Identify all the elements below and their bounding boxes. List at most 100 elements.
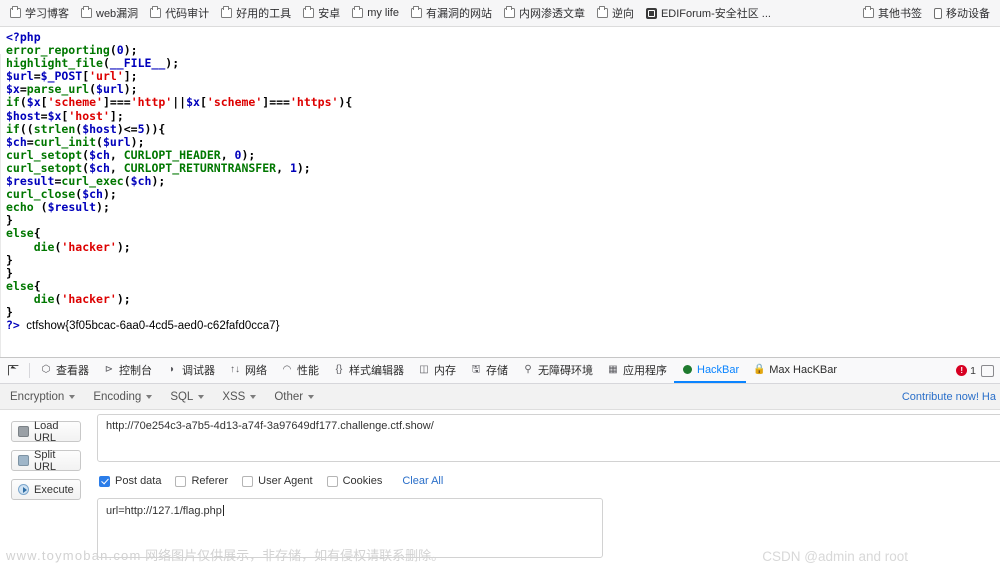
devtools-tab-list: ⬡ 查看器 ⊳ 控制台 ◗ 调试器 ↑↓ 网络 ◠ 性能 {} 样式编辑器 ◫ 内存 🖫 存储 ⚲ 无障碍环境 ▦ 应… <box>33 358 844 383</box>
bookmark-label: 好用的工具 <box>236 8 292 20</box>
devtools-tab-label: 查看器 <box>56 364 89 377</box>
bookmark-item[interactable]: 逆向 <box>591 3 640 23</box>
page-left-rule <box>0 54 1 357</box>
hackbar-menu-xss[interactable]: XSS <box>222 391 257 403</box>
hackbar-green-dot-icon <box>681 364 693 376</box>
devtools-tab-label: 调试器 <box>182 364 215 377</box>
php-source-pane: <?php error_reporting(0); highlight_file… <box>0 27 1000 357</box>
checkbox-box[interactable] <box>99 475 110 487</box>
bookmark-label: 其他书签 <box>878 8 922 20</box>
clear-all-link[interactable]: Clear All <box>402 475 443 487</box>
hackbar-menu-sql[interactable]: SQL <box>170 390 205 403</box>
bookmark-item[interactable]: 移动设备 <box>928 3 996 23</box>
style-editor-icon: {} <box>335 363 343 375</box>
folder-icon <box>352 6 364 18</box>
bookmark-item[interactable]: 其他书签 <box>857 3 928 23</box>
hackbar-menu-encoding[interactable]: Encoding <box>93 391 153 403</box>
bookmarks-right-group: 其他书签 移动设备 <box>857 3 996 23</box>
devtools-tab-应用程序[interactable]: ▦ 应用程序 <box>600 358 674 383</box>
bookmark-item[interactable]: 有漏洞的网站 <box>405 3 498 23</box>
checkbox-box[interactable] <box>326 475 338 487</box>
folder-icon <box>503 6 515 18</box>
mobile-icon <box>934 7 942 19</box>
devtools-tab-无障碍环境[interactable]: ⚲ 无障碍环境 <box>515 358 600 383</box>
folder-icon <box>303 6 315 18</box>
devtools-tab-HackBar[interactable]: HackBar <box>674 358 747 383</box>
element-picker-icon <box>7 365 19 376</box>
checkbox-label: Referer <box>191 475 229 487</box>
bookmark-item[interactable]: 学习博客 <box>4 3 75 23</box>
bookmark-item[interactable]: web漏洞 <box>75 3 144 23</box>
hackbar-menu-other[interactable]: Other <box>274 391 315 403</box>
error-count-badge[interactable]: 1 <box>956 365 976 377</box>
bookmark-item[interactable]: 安卓 <box>297 3 346 23</box>
devtools-options-icon[interactable] <box>981 364 994 377</box>
devtools-tab-label: 网络 <box>245 364 267 377</box>
hackbar-option-checkboxes: Post data Referer User Agent Cookies Clear A… <box>99 475 443 487</box>
execute-button[interactable]: Execute <box>11 479 81 500</box>
element-picker-button[interactable] <box>0 358 26 383</box>
folder-icon <box>150 6 162 18</box>
button-label: Load URL <box>34 419 59 444</box>
storage-icon: 🖫 <box>471 363 481 375</box>
folder-icon <box>221 6 233 18</box>
bookmark-label: 内网渗透文章 <box>518 8 585 20</box>
devtools-tab-网络[interactable]: ↑↓ 网络 <box>222 358 274 383</box>
bookmark-label: my life <box>367 7 399 19</box>
hackbar-menu-list: Encryption Encoding SQL XSS Other <box>10 390 315 403</box>
checkbox-box[interactable] <box>175 475 187 487</box>
devtools-tab-label: 无障碍环境 <box>538 364 593 377</box>
devtools-tab-样式编辑器[interactable]: {} 样式编辑器 <box>326 358 411 383</box>
bookmark-label: 移动设备 <box>946 8 990 20</box>
bookmarks-left-group: 学习博客 web漏洞 代码审计 好用的工具 安卓 my life 有漏洞的网站 内网渗透文章 逆… <box>4 3 777 23</box>
devtools-tab-label: 存储 <box>486 364 508 377</box>
checkbox-label: User Agent <box>258 475 313 487</box>
bookmark-item[interactable]: 好用的工具 <box>215 3 297 23</box>
bookmark-label: 逆向 <box>611 8 634 20</box>
browser-window: 学习博客 web漏洞 代码审计 好用的工具 安卓 my life 有漏洞的网站 内网渗透文章 逆… <box>0 0 1000 569</box>
hackbar-menubar: Encryption Encoding SQL XSS Other Contribute… <box>0 384 1000 410</box>
checkbox-referer[interactable]: Referer <box>175 475 228 487</box>
devtools-tab-label: 内存 <box>434 364 456 377</box>
error-count-label: 1 <box>970 364 976 377</box>
bookmark-label: EDIForum-安全社区 ... <box>660 8 771 20</box>
button-label: Split URL <box>34 448 57 473</box>
devtools-tabbar-right: 1 <box>956 358 1000 383</box>
devtools-tab-label: 控制台 <box>119 364 152 377</box>
watermark-notice: 网络图片仅供展示，非存储，如有侵权请联系删除。 <box>145 548 445 563</box>
devtools-tabbar: ⬡ 查看器 ⊳ 控制台 ◗ 调试器 ↑↓ 网络 ◠ 性能 {} 样式编辑器 ◫ 内存 🖫 存储 ⚲ 无障碍环境 ▦ 应… <box>0 358 1000 384</box>
network-icon: ↑↓ <box>230 363 240 375</box>
bookmark-item[interactable]: EDIForum-安全社区 ... <box>640 3 777 23</box>
lock-icon: 🔒 <box>752 363 766 375</box>
devtools-tab-Max HacKBar[interactable]: 🔒 Max HacKBar <box>746 358 844 383</box>
checkbox-cookies[interactable]: Cookies <box>326 475 382 487</box>
split-url-button[interactable]: Split URL <box>11 448 81 473</box>
application-icon: ▦ <box>608 363 618 375</box>
bookmark-item[interactable]: 内网渗透文章 <box>498 3 591 23</box>
bookmark-item[interactable]: my life <box>346 5 405 21</box>
bookmark-label: 有漏洞的网站 <box>425 8 492 20</box>
devtools-tab-控制台[interactable]: ⊳ 控制台 <box>96 358 159 383</box>
devtools-tab-内存[interactable]: ◫ 内存 <box>411 358 463 383</box>
hackbar-menu-label: SQL <box>170 390 194 403</box>
folder-icon <box>863 6 874 18</box>
hackbar-menu-encryption[interactable]: Encryption <box>10 391 76 403</box>
hackbar-action-buttons: Load URL Split URL Execute <box>11 419 81 500</box>
folder-icon <box>10 6 21 18</box>
devtools-tab-存储[interactable]: 🖫 存储 <box>463 358 515 383</box>
text-caret <box>222 505 224 516</box>
chevron-down-icon <box>69 394 76 399</box>
devtools-tab-调试器[interactable]: ◗ 调试器 <box>159 358 222 383</box>
devtools-tab-性能[interactable]: ◠ 性能 <box>274 358 326 383</box>
bookmark-label: web漏洞 <box>96 8 139 20</box>
load-url-button[interactable]: Load URL <box>11 419 81 444</box>
checkbox-user-agent[interactable]: User Agent <box>242 475 313 487</box>
checkbox-box[interactable] <box>242 475 254 487</box>
url-input[interactable]: http://70e254c3-a7b5-4d13-a74f-3a97649df… <box>97 414 1000 462</box>
contribute-link[interactable]: Contribute now! Ha <box>902 391 1000 403</box>
devtools-tab-label: Max HacKBar <box>769 363 838 376</box>
devtools-tab-查看器[interactable]: ⬡ 查看器 <box>33 358 96 383</box>
memory-icon: ◫ <box>419 363 429 375</box>
checkbox-post-data[interactable]: Post data <box>99 475 161 487</box>
bookmark-item[interactable]: 代码审计 <box>144 3 215 23</box>
